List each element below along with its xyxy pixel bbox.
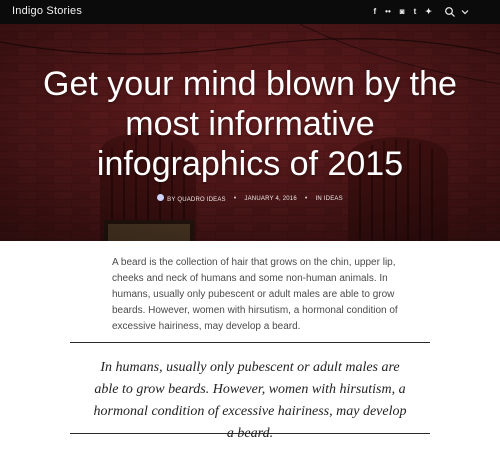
top-navbar: Indigo Stories f •• ◙ t ✦: [0, 0, 500, 24]
article-meta: BY QUADRO IDEAS • JANUARY 4, 2016 • IN I…: [0, 194, 500, 203]
social-links: f •• ◙ t ✦: [374, 5, 433, 19]
flickr-icon[interactable]: ••: [385, 5, 391, 19]
chevron-down-icon[interactable]: [460, 7, 470, 17]
author-avatar-icon: [157, 194, 165, 201]
instagram-icon[interactable]: ◙: [400, 5, 405, 19]
facebook-icon[interactable]: f: [374, 5, 377, 19]
search-icon[interactable]: [444, 6, 456, 18]
meta-separator: •: [233, 195, 237, 202]
quote-divider-top: [70, 342, 430, 343]
author-name: BY QUADRO IDEAS: [167, 197, 226, 203]
meta-separator: •: [304, 195, 308, 202]
article-paragraph: A beard is the collection of hair that g…: [112, 257, 398, 332]
article-title: Get your mind blown by the most informat…: [43, 65, 457, 183]
post-date[interactable]: JANUARY 4, 2016: [244, 196, 296, 202]
hero-banner: Get your mind blown by the most informat…: [0, 24, 500, 241]
site-title[interactable]: Indigo Stories: [12, 5, 82, 17]
twitter-icon[interactable]: ✦: [425, 5, 432, 19]
post-category[interactable]: IN IDEAS: [316, 196, 343, 202]
quote-divider-bottom: [70, 433, 430, 434]
author-link[interactable]: BY QUADRO IDEAS: [157, 194, 226, 203]
tumblr-icon[interactable]: t: [414, 5, 417, 19]
pull-quote: In humans, usually only pubescent or adu…: [93, 360, 407, 441]
